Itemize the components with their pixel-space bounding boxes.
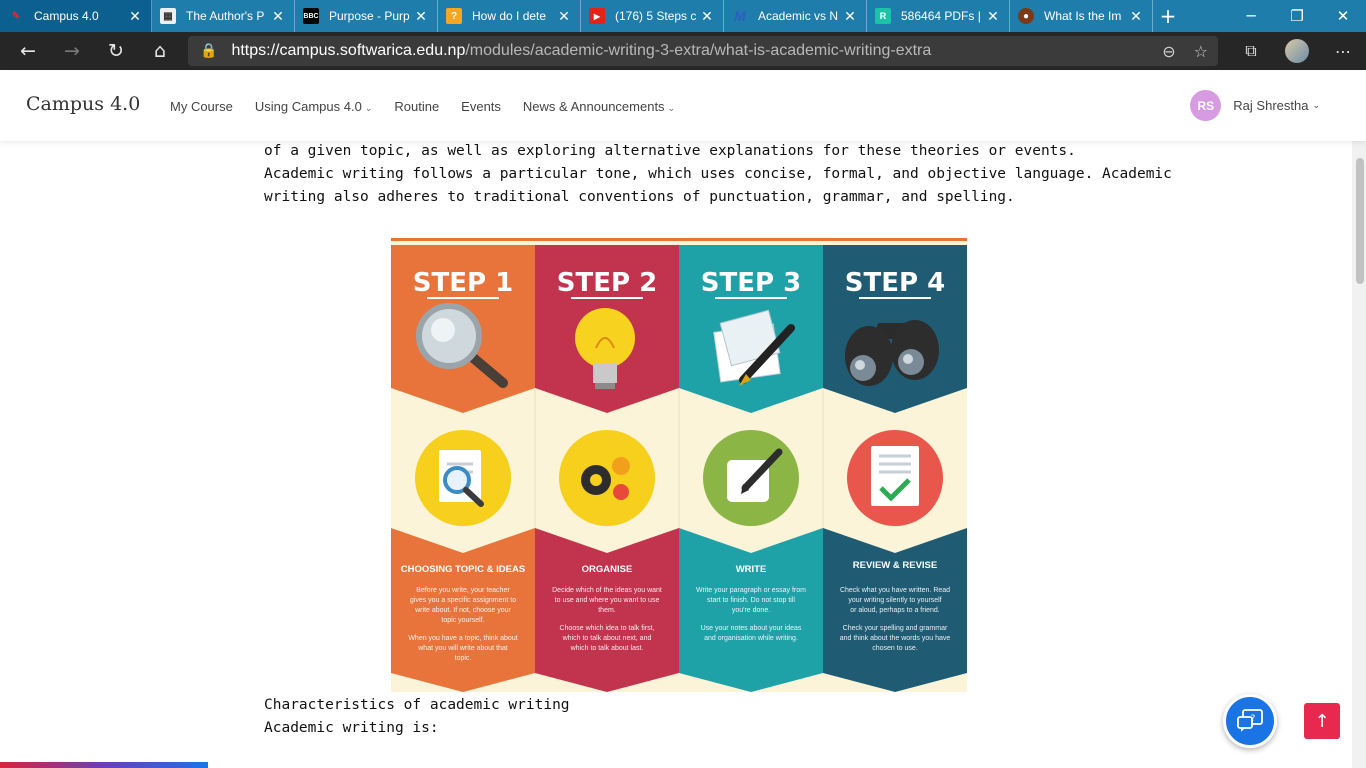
tab-title: Academic vs N bbox=[758, 9, 839, 23]
step4-title: REVIEW & REVISE bbox=[853, 560, 937, 571]
restore-icon[interactable]: ❐ bbox=[1274, 0, 1320, 32]
close-icon[interactable]: ✕ bbox=[699, 8, 715, 25]
refresh-icon[interactable]: ↻ bbox=[94, 32, 138, 70]
researchgate-icon: R bbox=[875, 8, 891, 24]
bbc-icon: BBC bbox=[303, 8, 319, 24]
gears-icon bbox=[559, 430, 655, 526]
collections-icon[interactable]: ⧉ bbox=[1228, 32, 1274, 70]
url-path: /modules/academic-writing-3-extra/what-i… bbox=[465, 42, 932, 59]
close-icon[interactable]: ✕ bbox=[842, 8, 858, 25]
site-logo[interactable]: Campus 4.0 bbox=[26, 93, 140, 115]
close-icon[interactable]: ✕ bbox=[270, 8, 286, 25]
step2-title: ORGANISE bbox=[582, 564, 633, 575]
zoom-icon[interactable]: ⊖ bbox=[1162, 42, 1175, 61]
tab-title: The Author's P bbox=[186, 9, 265, 23]
bottom-gradient-strip bbox=[0, 762, 208, 768]
user-menu[interactable]: RS Raj Shrestha ⌄ bbox=[1190, 90, 1320, 121]
tab-academic[interactable]: M Academic vs N ✕ bbox=[724, 0, 867, 32]
writing-steps-infographic: STEP 1 STEP 2 STEP 3 STEP 4 CHOOSING TOP… bbox=[391, 238, 967, 692]
tab-title: What Is the Im bbox=[1044, 9, 1122, 23]
menu-events[interactable]: Events bbox=[461, 99, 501, 114]
menu-using-campus[interactable]: Using Campus 4.0 ⌄ bbox=[255, 99, 373, 114]
favorite-star-icon[interactable]: ☆ bbox=[1194, 42, 1208, 61]
menu-my-course[interactable]: My Course bbox=[170, 99, 233, 114]
step2-body-2: Choose which idea to talk first, which to… bbox=[560, 625, 655, 652]
question-icon: ? bbox=[446, 8, 462, 24]
tab-title: Campus 4.0 bbox=[34, 9, 99, 23]
tab-title: (176) 5 Steps c bbox=[615, 9, 697, 23]
minimize-icon[interactable]: ─ bbox=[1228, 0, 1274, 32]
url-host: https://campus.softwarica.edu.np bbox=[231, 42, 466, 59]
characteristics-section: Characteristics of academic writing Acad… bbox=[264, 694, 570, 740]
section-heading: Characteristics of academic writing bbox=[264, 697, 570, 713]
toolbar-right: ⧉ ⋯ bbox=[1228, 32, 1366, 70]
tab-howdo[interactable]: ? How do I dete ✕ bbox=[438, 0, 581, 32]
section-subline: Academic writing is: bbox=[264, 720, 439, 736]
tab-title: 586464 PDFs | bbox=[901, 9, 981, 23]
tab-youtube[interactable]: ▶ (176) 5 Steps c ✕ bbox=[581, 0, 724, 32]
menu-news[interactable]: News & Announcements ⌄ bbox=[523, 99, 675, 114]
step3-title: WRITE bbox=[736, 564, 767, 575]
tab-campus[interactable]: ✎ Campus 4.0 ✕ bbox=[0, 0, 152, 32]
youtube-icon: ▶ bbox=[589, 8, 605, 24]
menu-routine[interactable]: Routine bbox=[394, 99, 439, 114]
step3-label: STEP 3 bbox=[701, 268, 801, 298]
authors-icon: ▦ bbox=[160, 8, 176, 24]
m-logo-icon: M bbox=[734, 8, 746, 24]
site-header: Campus 4.0 My Course Using Campus 4.0 ⌄ R… bbox=[0, 71, 1366, 141]
close-icon[interactable]: ✕ bbox=[985, 8, 1001, 25]
globe-icon: ● bbox=[1018, 8, 1034, 24]
lock-icon: 🔒 bbox=[200, 43, 218, 59]
home-icon[interactable]: ⌂ bbox=[138, 32, 182, 70]
scrollbar-thumb[interactable] bbox=[1356, 158, 1364, 284]
close-icon[interactable]: ✕ bbox=[127, 8, 143, 25]
profile-avatar-icon[interactable] bbox=[1285, 39, 1309, 63]
tab-bar: ✎ Campus 4.0 ✕ ▦ The Author's P ✕ BBC Pu… bbox=[0, 0, 1366, 32]
step1-title: CHOOSING TOPIC & IDEAS bbox=[401, 564, 525, 575]
paragraph-line: writing also adheres to traditional conv… bbox=[264, 189, 1015, 205]
step4-body-1: Check what you have written. Read your wr… bbox=[840, 587, 950, 614]
step1-label: STEP 1 bbox=[413, 268, 513, 298]
tab-purpose[interactable]: BBC Purpose - Purp ✕ bbox=[295, 0, 438, 32]
tab-title: How do I dete bbox=[472, 9, 547, 23]
campus-icon: ✎ bbox=[11, 10, 21, 22]
back-to-top-button[interactable]: ↑ bbox=[1304, 703, 1340, 739]
logo-text: Campus 4.0 bbox=[26, 93, 141, 115]
edit-note-icon bbox=[703, 430, 799, 526]
step2-label: STEP 2 bbox=[557, 268, 657, 298]
step4-label: STEP 4 bbox=[845, 268, 945, 298]
close-window-icon[interactable]: ✕ bbox=[1320, 0, 1366, 32]
close-icon[interactable]: ✕ bbox=[1128, 8, 1144, 25]
arrow-up-icon: ↑ bbox=[1314, 710, 1330, 732]
forward-icon[interactable]: → bbox=[50, 32, 94, 70]
paragraph-line: Academic writing follows a particular to… bbox=[264, 166, 1172, 182]
main-menu: My Course Using Campus 4.0 ⌄ Routine Even… bbox=[170, 71, 675, 141]
chevron-down-icon: ⌄ bbox=[364, 102, 373, 113]
back-icon[interactable]: ← bbox=[6, 32, 50, 70]
tab-researchgate[interactable]: R 586464 PDFs | ✕ bbox=[867, 0, 1010, 32]
url-field[interactable]: 🔒 https://campus.softwarica.edu.np/modul… bbox=[188, 36, 1218, 66]
menu-label: Using Campus 4.0 bbox=[254, 98, 362, 114]
close-icon[interactable]: ✕ bbox=[556, 8, 572, 25]
svg-text:?: ? bbox=[1251, 714, 1256, 724]
checklist-icon bbox=[847, 430, 943, 526]
tab-authors[interactable]: ▦ The Author's P ✕ bbox=[152, 0, 295, 32]
chevron-down-icon: ⌄ bbox=[667, 102, 676, 113]
close-icon[interactable]: ✕ bbox=[413, 8, 429, 25]
menu-label: News & Announcements bbox=[522, 98, 665, 114]
avatar: RS bbox=[1190, 90, 1222, 121]
chat-question-icon: ? bbox=[1237, 709, 1263, 732]
window-controls: ─ ❐ ✕ bbox=[1228, 0, 1366, 32]
tab-title: Purpose - Purp bbox=[329, 9, 410, 23]
help-chat-button[interactable]: ? bbox=[1223, 694, 1277, 748]
new-tab-button[interactable]: + bbox=[1153, 0, 1183, 32]
article-text: of a given topic, as well as exploring a… bbox=[264, 140, 1172, 209]
chevron-down-icon: ⌄ bbox=[1312, 100, 1320, 110]
document-search-icon bbox=[415, 430, 511, 526]
more-icon[interactable]: ⋯ bbox=[1320, 32, 1366, 70]
paragraph-line: of a given topic, as well as exploring a… bbox=[264, 143, 1076, 159]
user-name: Raj Shrestha bbox=[1233, 98, 1309, 113]
tab-whatis[interactable]: ● What Is the Im ✕ bbox=[1010, 0, 1153, 32]
